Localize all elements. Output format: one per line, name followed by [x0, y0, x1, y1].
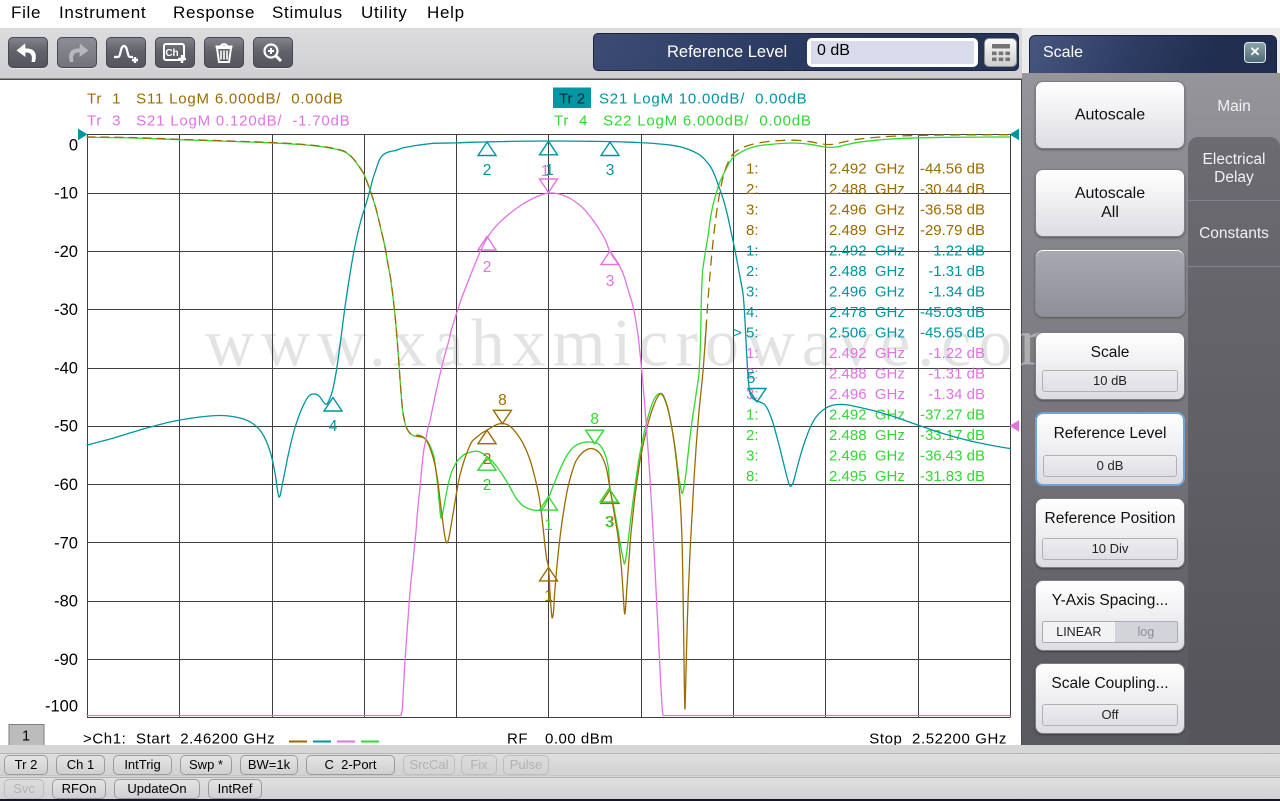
- svg-text:4: 4: [329, 418, 338, 435]
- svg-text:1: 1: [541, 163, 550, 180]
- svg-text:2.488 GHz: 2.488 GHz: [829, 366, 905, 383]
- svg-text:-60: -60: [54, 476, 78, 494]
- svg-text:3: 3: [606, 162, 615, 179]
- svg-text:-37.27 dB: -37.27 dB: [920, 407, 985, 424]
- svg-text:-1.22 dB: -1.22 dB: [928, 345, 985, 362]
- svg-text:Ch: Ch: [165, 48, 178, 59]
- svg-text:-40: -40: [54, 359, 78, 377]
- svg-text:1:: 1:: [746, 161, 759, 178]
- svg-text:-10: -10: [54, 185, 78, 203]
- svg-text:3:: 3:: [746, 448, 759, 465]
- svg-text:-20: -20: [54, 243, 78, 261]
- svg-text:-70: -70: [54, 534, 78, 552]
- svg-text:1: 1: [22, 729, 30, 745]
- svg-text:-100: -100: [45, 698, 78, 716]
- svg-text:2.492 GHz: 2.492 GHz: [829, 243, 905, 260]
- svg-text:2.496 GHz: 2.496 GHz: [829, 386, 905, 403]
- svg-text:3: 3: [605, 514, 614, 531]
- svg-text:-1.34 dB: -1.34 dB: [928, 386, 985, 403]
- svg-text:2.506 GHz: 2.506 GHz: [829, 325, 905, 342]
- svg-text:-36.43 dB: -36.43 dB: [920, 448, 985, 465]
- svg-text:8:: 8:: [746, 468, 759, 485]
- svg-text:-90: -90: [54, 651, 78, 669]
- svg-text:2.495 GHz: 2.495 GHz: [829, 468, 905, 485]
- svg-text:0: 0: [69, 137, 78, 155]
- svg-text:1:: 1:: [746, 407, 759, 424]
- svg-text:-45.03 dB: -45.03 dB: [920, 304, 985, 321]
- svg-text:-30.44 dB: -30.44 dB: [920, 181, 985, 198]
- svg-text:4:: 4:: [746, 304, 759, 321]
- svg-text:-1.22 dB: -1.22 dB: [928, 243, 985, 260]
- svg-text:-30: -30: [54, 301, 78, 319]
- svg-text:8:: 8:: [746, 222, 759, 239]
- svg-text:8: 8: [590, 411, 599, 428]
- svg-text:2: 2: [483, 259, 492, 276]
- svg-text:-29.79 dB: -29.79 dB: [920, 222, 985, 239]
- svg-text:2.489 GHz: 2.489 GHz: [829, 222, 905, 239]
- svg-text:2.492 GHz: 2.492 GHz: [829, 161, 905, 178]
- svg-text:3:: 3:: [746, 284, 759, 301]
- svg-text:5:: 5:: [746, 325, 759, 342]
- svg-text:-36.58 dB: -36.58 dB: [920, 202, 985, 219]
- svg-text:2.496 GHz: 2.496 GHz: [829, 448, 905, 465]
- svg-text:1: 1: [544, 588, 553, 605]
- svg-text:2:: 2:: [746, 263, 759, 280]
- svg-text:2: 2: [483, 162, 492, 179]
- svg-text:-1.31 dB: -1.31 dB: [928, 263, 985, 280]
- svg-text:-1.31 dB: -1.31 dB: [928, 366, 985, 383]
- svg-text:1: 1: [544, 517, 553, 534]
- svg-text:2.488 GHz: 2.488 GHz: [829, 263, 905, 280]
- svg-text:-45.65 dB: -45.65 dB: [920, 325, 985, 342]
- svg-text:2.492 GHz: 2.492 GHz: [829, 345, 905, 362]
- svg-text:2:: 2:: [746, 181, 759, 198]
- svg-text:3: 3: [606, 273, 615, 290]
- svg-text:-80: -80: [54, 593, 78, 611]
- svg-text:Tr 4 S22 LogM 6.000dB/ 0.0: Tr 4 S22 LogM 6.000dB/ 0.00dB: [554, 113, 812, 130]
- svg-text:5: 5: [747, 370, 756, 387]
- svg-text:2.488 GHz: 2.488 GHz: [829, 427, 905, 444]
- svg-text:-44.56 dB: -44.56 dB: [920, 161, 985, 178]
- svg-text:2.496 GHz: 2.496 GHz: [829, 202, 905, 219]
- svg-text:1:: 1:: [746, 243, 759, 260]
- svg-text:>: >: [733, 325, 742, 342]
- svg-text:3:: 3:: [746, 202, 759, 219]
- svg-text:2.496 GHz: 2.496 GHz: [829, 284, 905, 301]
- svg-text:Tr 2: Tr 2: [559, 91, 585, 108]
- svg-text:2.478 GHz: 2.478 GHz: [829, 304, 905, 321]
- svg-text:-50: -50: [54, 418, 78, 436]
- svg-text:8: 8: [498, 392, 507, 409]
- svg-text:2.488 GHz: 2.488 GHz: [829, 181, 905, 198]
- svg-text:2:: 2:: [746, 427, 759, 444]
- svg-text:-31.83 dB: -31.83 dB: [920, 468, 985, 485]
- svg-text:S21 LogM 10.00dB/ 0.00dB: S21 LogM 10.00dB/ 0.00dB: [599, 91, 807, 108]
- svg-text:2: 2: [483, 451, 492, 468]
- svg-text:-1.34 dB: -1.34 dB: [928, 284, 985, 301]
- svg-text:Tr 1 S11 LogM 6.000dB/ 0.0: Tr 1 S11 LogM 6.000dB/ 0.00dB: [87, 91, 344, 108]
- svg-text:Tr 3 S21 LogM 0.120dB/ -1.: Tr 3 S21 LogM 0.120dB/ -1.70dB: [87, 113, 350, 130]
- svg-text:2: 2: [483, 477, 492, 494]
- svg-text:1:: 1:: [746, 345, 759, 362]
